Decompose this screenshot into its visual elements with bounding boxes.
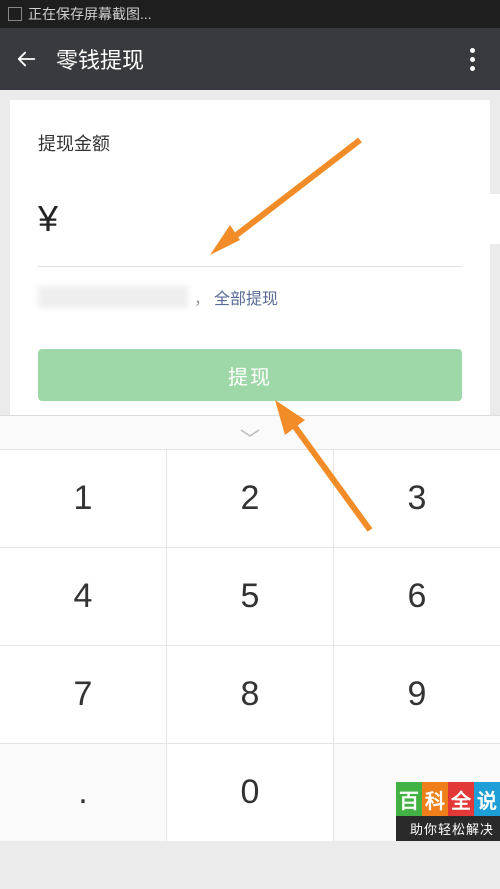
- key-6[interactable]: 6: [334, 548, 500, 645]
- currency-symbol: ¥: [38, 198, 58, 240]
- withdraw-all-link[interactable]: 全部提现: [214, 285, 278, 309]
- screenshot-icon: [8, 7, 22, 21]
- wm-sub: 助你轻松解决: [396, 816, 500, 841]
- key-4[interactable]: 4: [0, 548, 167, 645]
- wm-char-3: 全: [448, 782, 474, 816]
- key-9[interactable]: 9: [334, 646, 500, 743]
- key-5[interactable]: 5: [167, 548, 334, 645]
- balance-blurred: [38, 286, 188, 308]
- divider: [38, 266, 462, 267]
- watermark: 百 科 全 说 助你轻松解决: [396, 782, 500, 841]
- keyboard-collapse[interactable]: [0, 415, 500, 449]
- chevron-down-icon: [239, 427, 261, 439]
- wm-char-1: 百: [396, 782, 422, 816]
- withdraw-card: 提现金额 ¥ ， 全部提现 提现: [10, 100, 490, 421]
- page-title: 零钱提现: [56, 43, 460, 75]
- back-icon[interactable]: [16, 48, 38, 70]
- wm-char-2: 科: [422, 782, 448, 816]
- status-bar: 正在保存屏幕截图...: [0, 0, 500, 28]
- status-text: 正在保存屏幕截图...: [28, 4, 152, 24]
- key-dot[interactable]: .: [0, 744, 167, 841]
- more-menu-icon[interactable]: [460, 48, 484, 71]
- amount-label: 提现金额: [38, 130, 462, 156]
- comma: ，: [194, 285, 210, 309]
- key-1[interactable]: 1: [0, 450, 167, 547]
- wm-char-4: 说: [474, 782, 500, 816]
- key-7[interactable]: 7: [0, 646, 167, 743]
- key-8[interactable]: 8: [167, 646, 334, 743]
- key-3[interactable]: 3: [334, 450, 500, 547]
- amount-input[interactable]: [66, 194, 500, 244]
- withdraw-button[interactable]: 提现: [38, 349, 462, 401]
- key-2[interactable]: 2: [167, 450, 334, 547]
- key-0[interactable]: 0: [167, 744, 334, 841]
- app-header: 零钱提现: [0, 28, 500, 90]
